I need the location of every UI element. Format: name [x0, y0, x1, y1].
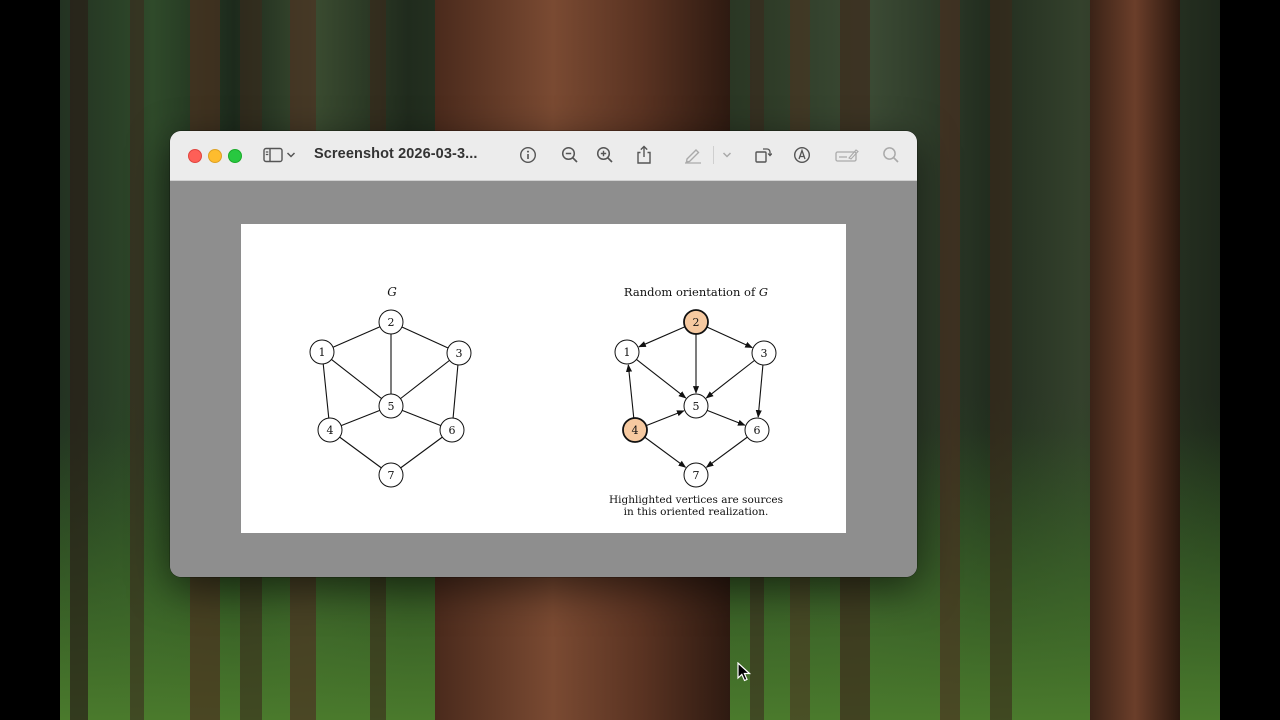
vertex-label: 2: [693, 316, 700, 329]
vertex-3: 3: [751, 340, 777, 366]
arc-4-7: [644, 436, 687, 468]
vertex-3: 3: [446, 340, 472, 366]
arc-2-3: [706, 326, 753, 349]
edge-2-3: [401, 326, 449, 349]
arc-5-6: [706, 409, 746, 426]
search-icon[interactable]: [880, 144, 902, 166]
markup-pen-icon[interactable]: [682, 144, 704, 166]
arc-6-7: [705, 436, 748, 468]
form-fill-icon[interactable]: [834, 144, 860, 166]
arc-2-1: [638, 326, 686, 348]
minimize-window-button[interactable]: [208, 149, 222, 163]
arc-3-6: [755, 364, 764, 418]
mouse-cursor-icon: [737, 662, 751, 682]
vertex-5: 5: [683, 393, 709, 419]
toolbar-divider: [713, 146, 714, 164]
right-graph-title-var: G: [759, 285, 768, 299]
vertex-label: 6: [449, 424, 456, 437]
vertex-4: 4: [622, 417, 648, 443]
vertex-1: 1: [309, 339, 335, 365]
vertex-label: 2: [388, 316, 395, 329]
vertex-label: 7: [693, 469, 700, 482]
window-titlebar[interactable]: Screenshot 2026-03-3...: [170, 131, 917, 181]
document-page: 1 2 3 4 5 6 7 1 2 3 4 5 6 7 G Random orientation of …: [241, 224, 846, 533]
edge-4-5: [340, 409, 381, 427]
close-window-button[interactable]: [188, 149, 202, 163]
vertex-label: 4: [632, 424, 639, 437]
graph-figure: 1 2 3 4 5 6 7 1 2 3 4 5 6 7 G Random orientation of …: [309, 285, 783, 518]
edge-5-6: [401, 409, 442, 427]
preview-window: Screenshot 2026-03-3... 1 2 3 4 5 6 7 1 …: [170, 131, 917, 577]
markup-circle-icon[interactable]: [791, 144, 813, 166]
sidebar-icon[interactable]: [262, 144, 284, 166]
zoom-out-icon[interactable]: [559, 144, 581, 166]
info-icon[interactable]: [517, 144, 539, 166]
vertex-label: 5: [693, 400, 700, 413]
vertex-label: 7: [388, 469, 395, 482]
vertex-2: 2: [683, 309, 709, 335]
vertex-4: 4: [317, 417, 343, 443]
vertex-6: 6: [744, 417, 770, 443]
chevron-down-icon[interactable]: [720, 144, 734, 166]
left-graph-title: G: [387, 285, 397, 299]
right-graph-title-prefix: Random orientation of: [624, 285, 759, 299]
vertex-2: 2: [378, 309, 404, 335]
arc-4-1: [625, 364, 635, 419]
right-graph: 1 2 3 4 5 6 7: [614, 309, 777, 488]
arc-3-5: [705, 359, 755, 399]
edge-1-5: [331, 358, 382, 400]
vertex-7: 7: [683, 462, 709, 488]
vertex-label: 3: [456, 347, 463, 360]
arc-1-5: [636, 358, 687, 399]
vertex-label: 3: [761, 347, 768, 360]
edge-3-6: [452, 364, 459, 419]
vertex-label: 5: [388, 400, 395, 413]
left-graph: 1 2 3 4 5 6 7: [309, 309, 472, 488]
window-title: Screenshot 2026-03-3...: [314, 146, 478, 162]
edge-4-7: [339, 436, 382, 469]
edge-1-2: [332, 326, 381, 348]
zoom-in-icon[interactable]: [594, 144, 616, 166]
caption-line-2: in this oriented realization.: [624, 506, 769, 518]
edge-1-4: [322, 363, 330, 419]
vertex-1: 1: [614, 339, 640, 365]
edge-6-7: [400, 436, 443, 469]
vertex-label: 6: [754, 424, 761, 437]
arc-4-5: [645, 410, 685, 427]
vertex-label: 4: [327, 424, 334, 437]
vertex-5: 5: [378, 393, 404, 419]
fullscreen-window-button[interactable]: [228, 149, 242, 163]
share-icon[interactable]: [633, 144, 655, 166]
vertex-6: 6: [439, 417, 465, 443]
edge-3-5: [400, 359, 450, 400]
vertex-label: 1: [319, 346, 326, 359]
right-graph-title: Random orientation of G: [624, 285, 768, 299]
vertex-label: 1: [624, 346, 631, 359]
rotate-icon[interactable]: [752, 144, 774, 166]
chevron-down-icon[interactable]: [284, 144, 298, 166]
caption-line-1: Highlighted vertices are sources: [609, 494, 783, 506]
vertex-7: 7: [378, 462, 404, 488]
